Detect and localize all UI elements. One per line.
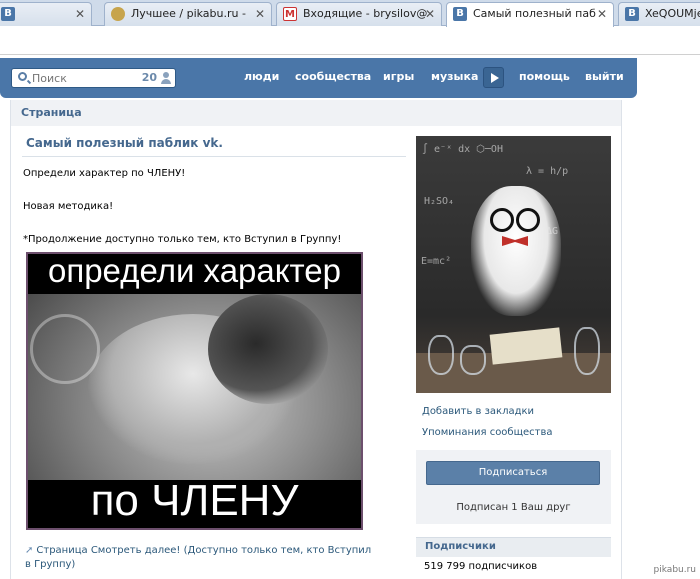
cat-figure — [471, 186, 561, 316]
chalk-formula: ∫ e⁻ˣ dx ⬡─OH — [422, 144, 503, 155]
flask-icon — [460, 345, 486, 375]
page-title[interactable]: Самый полезный паблик vk. — [26, 136, 223, 150]
image-caption-top: определи характер — [47, 252, 342, 289]
post-text-line: Определи характер по ЧЛЕНУ! — [23, 168, 186, 179]
nav-help[interactable]: помощь — [519, 70, 570, 83]
chalk-formula: E=mc² — [421, 256, 452, 267]
chalk-formula: λ = h/p — [526, 166, 569, 177]
watermark-logo — [30, 314, 100, 384]
gmail-icon: M — [283, 7, 297, 21]
flask-icon — [428, 335, 454, 375]
browser-tab-pikabu[interactable]: Лучшее / pikabu.ru - ✕ — [104, 2, 272, 26]
subscribers-header[interactable]: Подписчики — [416, 537, 611, 557]
post-text-line: Новая методика! — [23, 201, 114, 212]
close-icon[interactable]: ✕ — [255, 3, 265, 25]
address-bar[interactable] — [0, 27, 700, 55]
divider — [22, 156, 406, 157]
close-icon[interactable]: ✕ — [597, 3, 607, 25]
image-figure — [208, 294, 328, 404]
search-icon — [18, 72, 27, 81]
add-bookmark-link[interactable]: Добавить в закладки — [422, 406, 534, 417]
watermark: pikabu.ru — [653, 565, 696, 575]
search-count: 20 — [141, 71, 157, 84]
browser-tab[interactable]: B XeQOUMje — [618, 2, 700, 26]
image-caption-bottom: по ЧЛЕНУ — [90, 476, 299, 525]
pikabu-icon — [111, 7, 125, 21]
arrow-icon: ➚ — [25, 545, 34, 556]
play-icon[interactable] — [483, 67, 504, 88]
mentions-link[interactable]: Упоминания сообщества — [422, 427, 553, 438]
screen: B ✕ Лучшее / pikabu.ru - ✕ M Входящие - … — [0, 0, 700, 579]
breadcrumb: Страница — [10, 100, 622, 126]
browser-tab-active[interactable]: B Самый полезный паб ✕ — [446, 2, 614, 27]
nav-games[interactable]: игры — [383, 70, 414, 83]
close-icon[interactable]: ✕ — [425, 3, 435, 25]
browser-tab-bar: B ✕ Лучшее / pikabu.ru - ✕ M Входящие - … — [0, 0, 700, 27]
vk-icon: B — [453, 7, 467, 21]
post-image[interactable]: определи характер по ЧЛЕНУ — [26, 252, 363, 530]
search-box[interactable]: 20 — [11, 68, 176, 88]
site-header: 20 люди сообщества игры музыка помощь вы… — [0, 58, 637, 98]
vk-icon: B — [625, 7, 639, 21]
nav-people[interactable]: люди — [244, 70, 279, 83]
subscribe-button[interactable]: Подписаться — [426, 461, 600, 485]
subscribers-count[interactable]: 519 799 подписчиков — [424, 561, 537, 572]
nav-communities[interactable]: сообщества — [295, 70, 371, 83]
nav-music[interactable]: музыка — [431, 70, 478, 83]
close-icon[interactable]: ✕ — [75, 3, 85, 25]
friend-subscribed-text[interactable]: Подписан 1 Ваш друг — [416, 502, 611, 513]
search-input[interactable] — [32, 70, 142, 86]
nav-logout[interactable]: выйти — [585, 70, 624, 83]
flask-icon — [574, 327, 600, 375]
breadcrumb-label: Страница — [21, 106, 82, 119]
community-avatar[interactable]: ∫ e⁻ˣ dx ⬡─OH λ = h/p H₂SO₄ ΔG E=mc² — [416, 136, 611, 393]
vk-icon: B — [1, 7, 15, 21]
user-icon — [161, 72, 171, 84]
browser-tab[interactable]: B ✕ — [0, 2, 92, 26]
read-more-link[interactable]: ➚ Страница Смотреть далее! (Доступно толь… — [25, 544, 375, 572]
browser-tab-gmail[interactable]: M Входящие - brysilov@ ✕ — [276, 2, 442, 26]
chalk-formula: H₂SO₄ — [424, 196, 455, 207]
post-text-line: *Продолжение доступно только тем, кто Вс… — [23, 234, 342, 245]
glasses-icon — [490, 208, 540, 232]
